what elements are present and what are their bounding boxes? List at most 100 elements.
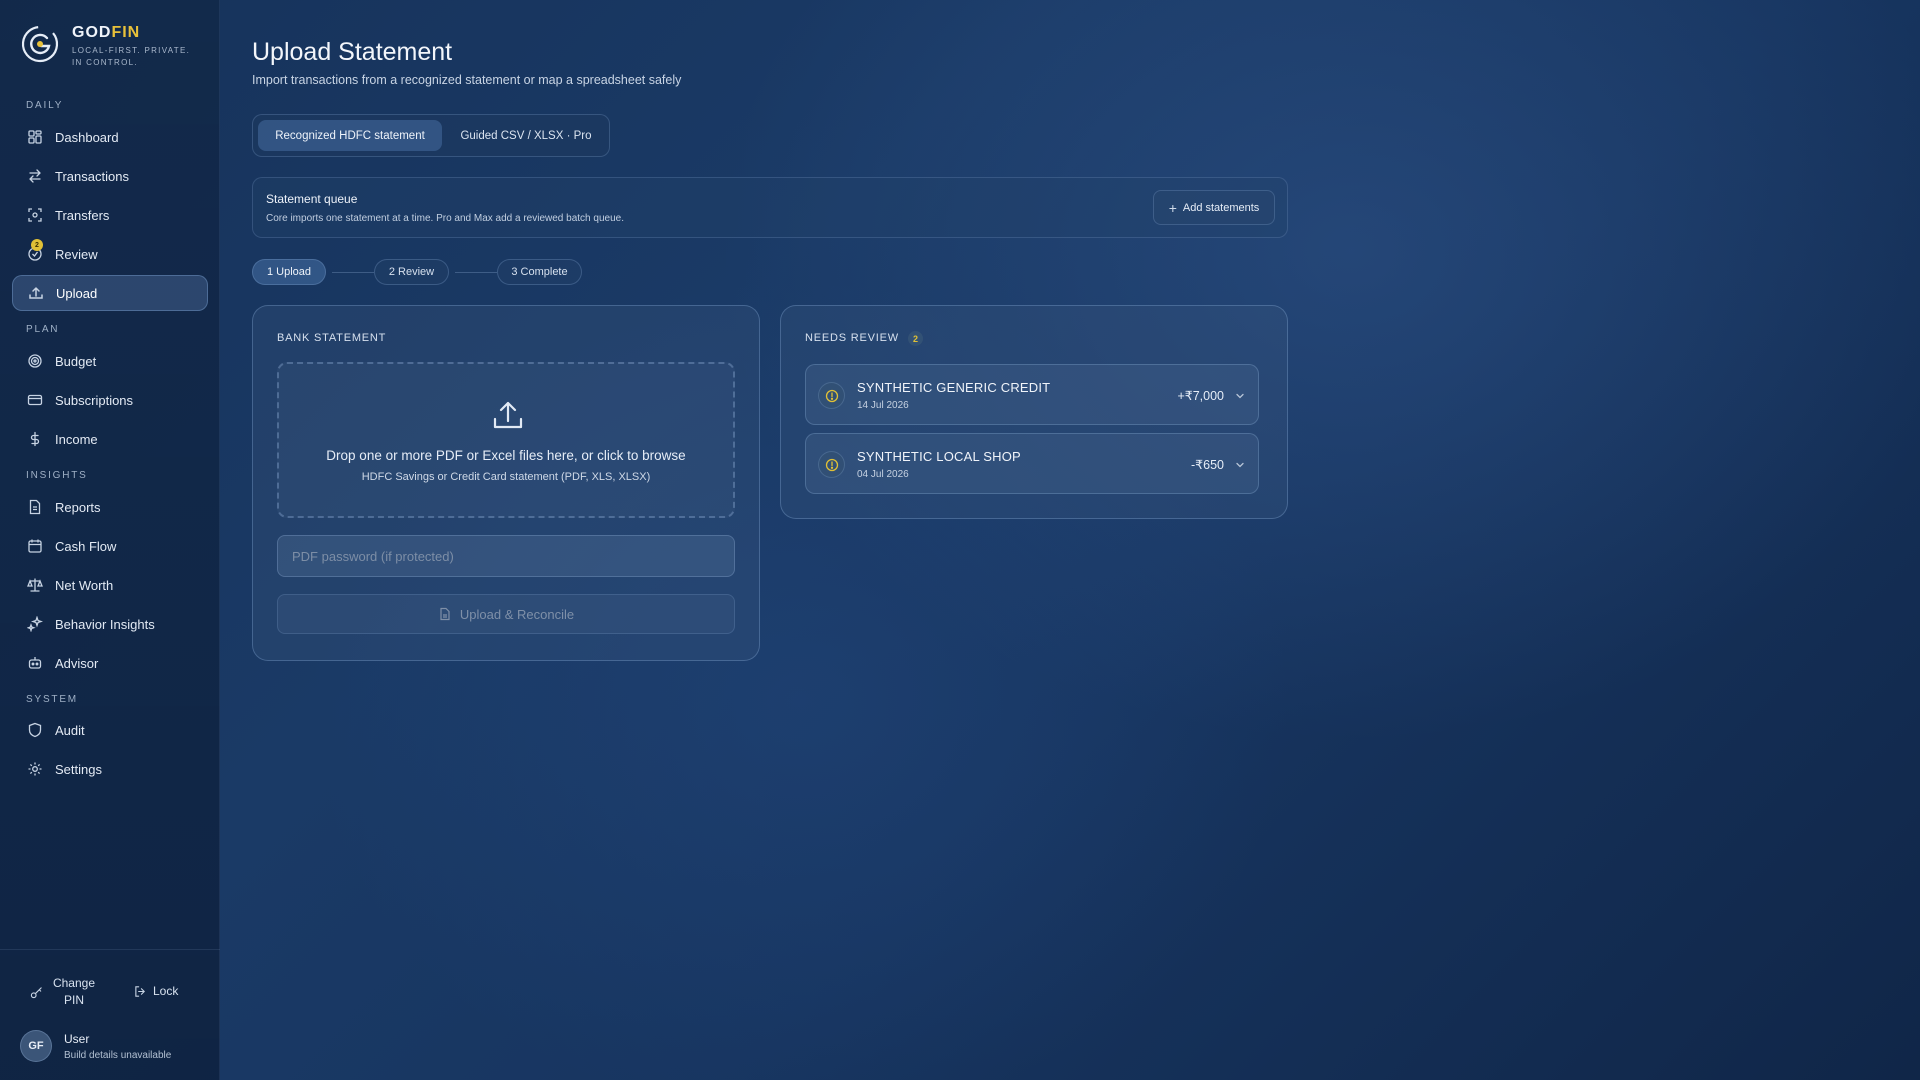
alert-icon — [818, 451, 845, 478]
card-icon — [27, 394, 43, 406]
tab-guided-csv-xlsx[interactable]: Guided CSV / XLSX · Pro — [446, 120, 606, 151]
gear-icon — [28, 762, 42, 776]
sidebar-item-label: Cash Flow — [55, 538, 117, 554]
change-pin-button[interactable]: Change PIN — [30, 975, 99, 1009]
sidebar-item-label: Transfers — [55, 207, 110, 223]
transaction-amount: -₹650 — [1191, 458, 1224, 472]
shield-icon — [28, 722, 42, 738]
sidebar-item-income[interactable]: Income — [12, 421, 208, 457]
sidebar-item-label: Audit — [55, 722, 85, 738]
sidebar-item-label: Dashboard — [55, 129, 119, 145]
transaction-name: SYNTHETIC GENERIC CREDIT — [857, 380, 1051, 395]
list-item[interactable]: SYNTHETIC GENERIC CREDIT 14 Jul 2026 +₹7… — [805, 364, 1259, 425]
pdf-password-input[interactable] — [277, 535, 735, 577]
sidebar-item-advisor[interactable]: Advisor — [12, 645, 208, 681]
chevron-down-icon[interactable] — [1234, 459, 1246, 471]
transaction-date: 04 Jul 2026 — [857, 469, 909, 480]
document-icon — [29, 499, 41, 515]
sidebar-item-label: Review — [55, 246, 98, 262]
brand-name: GODFIN — [72, 24, 141, 41]
review-count-badge: 2 — [908, 331, 923, 346]
add-statements-button[interactable]: + Add statements — [1153, 190, 1275, 225]
sidebar-item-label: Upload — [56, 285, 98, 301]
upload-icon — [493, 401, 523, 429]
sidebar: GODFIN LOCAL-FIRST. PRIVATE. IN CONTROL.… — [0, 0, 220, 1080]
sidebar-item-budget[interactable]: Budget — [12, 343, 208, 379]
change-pin-label: Change PIN — [52, 976, 96, 1007]
lock-button[interactable]: Lock — [134, 984, 178, 998]
list-item[interactable]: SYNTHETIC LOCAL SHOP 04 Jul 2026 -₹650 — [805, 433, 1259, 494]
sidebar-item-cash-flow[interactable]: Cash Flow — [12, 528, 208, 564]
sidebar-item-reports[interactable]: Reports — [12, 489, 208, 525]
review-count-badge: 2 — [31, 239, 43, 251]
sidebar-divider — [0, 949, 220, 950]
brand: GODFIN LOCAL-FIRST. PRIVATE. IN CONTROL. — [20, 24, 197, 69]
logout-icon — [135, 985, 146, 997]
sidebar-item-label: Advisor — [55, 655, 99, 671]
import-mode-tabs: Recognized HDFC statement Guided CSV / X… — [252, 114, 610, 157]
dropzone-hint: HDFC Savings or Credit Card statement (P… — [361, 471, 651, 483]
tab-recognized-hdfc[interactable]: Recognized HDFC statement — [258, 120, 442, 151]
plus-icon: + — [1168, 199, 1177, 216]
upload-icon — [29, 286, 43, 299]
queue-title: Statement queue — [266, 192, 358, 206]
target-icon — [28, 354, 42, 368]
brand-tagline: LOCAL-FIRST. PRIVATE. IN CONTROL. — [72, 46, 191, 67]
sidebar-item-label: Subscriptions — [55, 392, 134, 408]
section-label-system: SYSTEM — [26, 694, 78, 705]
transaction-name: SYNTHETIC LOCAL SHOP — [857, 449, 1021, 464]
grid-icon — [28, 130, 42, 144]
sidebar-item-review[interactable]: 2 Review — [12, 236, 208, 272]
sidebar-item-net-worth[interactable]: Net Worth — [12, 567, 208, 603]
sidebar-item-audit[interactable]: Audit — [12, 712, 208, 748]
sidebar-item-label: Reports — [55, 499, 101, 515]
sparkle-icon — [27, 616, 43, 632]
bank-statement-card: BANK STATEMENT Drop one or more PDF or E… — [252, 305, 760, 661]
sidebar-item-transfers[interactable]: Transfers — [12, 197, 208, 233]
section-label-daily: DAILY — [26, 100, 64, 111]
sidebar-item-settings[interactable]: Settings — [12, 751, 208, 787]
calendar-icon — [28, 539, 42, 553]
sidebar-item-dashboard[interactable]: Dashboard — [12, 119, 208, 155]
user-build-details: Build details unavailable — [64, 1050, 172, 1061]
section-label-insights: INSIGHTS — [26, 470, 88, 481]
sidebar-item-upload[interactable]: Upload — [12, 275, 208, 311]
sidebar-item-label: Settings — [55, 761, 102, 777]
alert-icon — [818, 382, 845, 409]
sidebar-item-label: Behavior Insights — [55, 616, 155, 632]
step-complete: 3 Complete — [497, 259, 582, 285]
transaction-amount: +₹7,000 — [1177, 389, 1224, 403]
queue-description: Core imports one statement at a time. Pr… — [266, 213, 624, 224]
step-connector — [332, 272, 374, 273]
swap-icon — [29, 169, 41, 183]
transaction-date: 14 Jul 2026 — [857, 400, 909, 411]
sidebar-item-behavior-insights[interactable]: Behavior Insights — [12, 606, 208, 642]
sidebar-item-label: Budget — [55, 353, 97, 369]
card-label: NEEDS REVIEW — [805, 332, 899, 344]
step-upload: 1 Upload — [252, 259, 326, 285]
page-subtitle: Import transactions from a recognized st… — [252, 73, 682, 87]
add-statements-label: Add statements — [1182, 201, 1260, 214]
section-label-plan: PLAN — [26, 324, 60, 335]
page-title: Upload Statement — [252, 38, 453, 66]
needs-review-card: NEEDS REVIEW 2 SYNTHETIC GENERIC CREDIT … — [780, 305, 1288, 519]
chevron-down-icon[interactable] — [1234, 390, 1246, 402]
dollar-icon — [30, 431, 40, 447]
upload-reconcile-button[interactable]: Upload & Reconcile — [277, 594, 735, 634]
user-name: User — [64, 1032, 90, 1046]
file-icon — [440, 607, 450, 621]
upload-reconcile-label: Upload & Reconcile — [459, 606, 575, 622]
sidebar-item-label: Transactions — [55, 168, 129, 184]
avatar[interactable]: GF — [20, 1030, 52, 1062]
sidebar-item-transactions[interactable]: Transactions — [12, 158, 208, 194]
file-dropzone[interactable]: Drop one or more PDF or Excel files here… — [277, 362, 735, 518]
transfer-icon — [28, 208, 42, 222]
key-icon — [30, 986, 42, 998]
sidebar-item-subscriptions[interactable]: Subscriptions — [12, 382, 208, 418]
bot-icon — [28, 657, 42, 669]
step-connector — [455, 272, 497, 273]
card-label: BANK STATEMENT — [277, 332, 387, 344]
sidebar-item-label: Net Worth — [55, 577, 114, 593]
step-review: 2 Review — [374, 259, 449, 285]
godfin-logo-icon — [21, 25, 59, 63]
